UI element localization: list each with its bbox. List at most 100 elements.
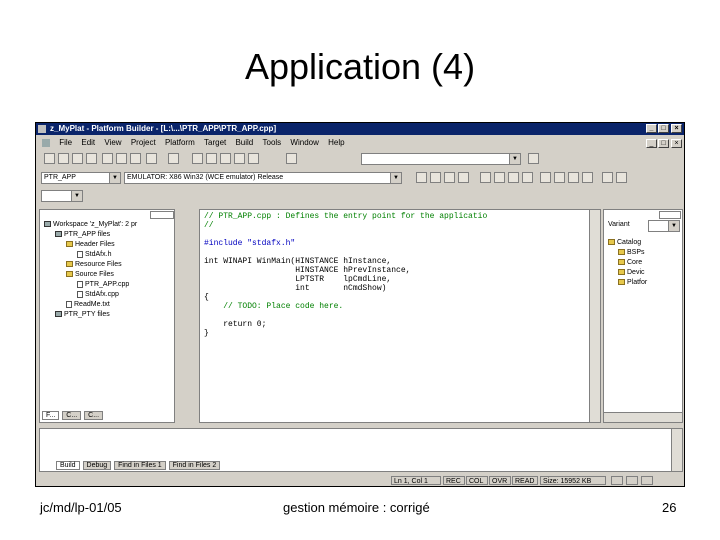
project-combo-value: PTR_APP xyxy=(44,174,76,181)
scope-combo[interactable]: ▼ xyxy=(41,190,83,202)
chevron-down-icon[interactable]: ▼ xyxy=(668,221,679,231)
stop-build-icon[interactable] xyxy=(458,172,469,183)
catalog-item[interactable]: Catalog xyxy=(608,238,641,247)
close-button[interactable]: × xyxy=(671,124,682,133)
save-all-icon[interactable] xyxy=(86,153,97,164)
stop-icon[interactable] xyxy=(568,172,579,183)
menu-help[interactable]: Help xyxy=(328,137,344,149)
chevron-down-icon[interactable]: ▼ xyxy=(71,191,82,201)
tab-build[interactable]: Build xyxy=(56,461,80,470)
status-read: READ xyxy=(512,476,538,485)
catalog-panel-grip[interactable] xyxy=(659,211,681,219)
doc-minimize-button[interactable]: _ xyxy=(646,139,657,148)
folder-icon xyxy=(66,241,73,248)
standard-toolbar: ▼ xyxy=(36,152,684,166)
tree-item[interactable]: Workspace 'z_MyPlat': 2 pr xyxy=(44,220,137,229)
compile-icon[interactable] xyxy=(416,172,427,183)
tree-item[interactable]: PTR_PTY files xyxy=(55,310,110,319)
tree-item[interactable]: Source Files xyxy=(66,270,114,279)
copy-icon[interactable] xyxy=(116,153,127,164)
window-list-icon[interactable] xyxy=(220,153,231,164)
tree-item[interactable]: ReadMe.txt xyxy=(66,300,110,309)
find-icon[interactable] xyxy=(528,153,539,164)
catalog-item[interactable]: Core xyxy=(618,258,642,267)
menu-tools[interactable]: Tools xyxy=(263,137,282,149)
variant-combo[interactable]: ▼ xyxy=(648,220,680,232)
find-in-files-icon[interactable] xyxy=(248,153,259,164)
tree-item[interactable]: StdAfx.cpp xyxy=(77,290,119,299)
properties-icon[interactable] xyxy=(602,172,613,183)
tree-item[interactable]: StdAfx.h xyxy=(77,250,111,259)
folder-icon xyxy=(618,249,625,256)
output-vertical-scrollbar[interactable] xyxy=(671,429,682,471)
attach-device-icon[interactable] xyxy=(494,172,505,183)
status-col: COL xyxy=(466,476,488,485)
project-combo[interactable]: PTR_APP ▼ xyxy=(41,172,121,184)
file-icon xyxy=(77,250,83,258)
find-combo[interactable]: ▼ xyxy=(361,153,521,165)
tree-item-label: StdAfx.cpp xyxy=(85,291,119,298)
cut-icon[interactable] xyxy=(102,153,113,164)
menu-file[interactable]: File xyxy=(59,137,72,149)
catalog-item[interactable]: Devic xyxy=(618,268,645,277)
menu-view[interactable]: View xyxy=(104,137,121,149)
configuration-combo-value: EMULATOR: X86 Win32 (WCE emulator) Relea… xyxy=(127,174,284,181)
menu-build[interactable]: Build xyxy=(235,137,253,149)
new-file-icon[interactable] xyxy=(44,153,55,164)
editor-vertical-scrollbar[interactable] xyxy=(589,210,600,422)
tab-find-in-files-1[interactable]: Find in Files 1 xyxy=(114,461,166,470)
menu-target[interactable]: Target xyxy=(204,137,226,149)
catalog-item-label: Catalog xyxy=(617,239,642,246)
minimize-button[interactable]: _ xyxy=(646,124,657,133)
footer-left: jc/md/lp-01/05 xyxy=(40,500,122,515)
breakpoint-icon[interactable] xyxy=(522,172,533,183)
tree-item[interactable]: Header Files xyxy=(66,240,115,249)
debug-icon[interactable] xyxy=(508,172,519,183)
open-icon[interactable] xyxy=(58,153,69,164)
page-number: 26 xyxy=(662,500,677,515)
workspace-panel-grip[interactable] xyxy=(150,211,174,219)
catalog-item[interactable]: Platfor xyxy=(618,278,647,287)
tree-item[interactable]: PTR_APP files xyxy=(55,230,110,239)
tab-find-in-files-2[interactable]: Find in Files 2 xyxy=(168,461,221,470)
home-icon[interactable] xyxy=(616,172,627,183)
refresh-icon[interactable] xyxy=(582,172,593,183)
output-toggle-icon[interactable] xyxy=(206,153,217,164)
redo-icon[interactable] xyxy=(168,153,179,164)
catalog-horizontal-scrollbar[interactable] xyxy=(604,412,682,422)
title-bar: z_MyPlat - Platform Builder - [L:\...\PT… xyxy=(36,123,684,135)
code-line: return 0; xyxy=(204,320,267,329)
chevron-down-icon[interactable]: ▼ xyxy=(390,173,401,183)
tab-file-view[interactable]: F... xyxy=(42,411,60,420)
catalog-toggle-icon[interactable] xyxy=(234,153,245,164)
download-icon[interactable] xyxy=(480,172,491,183)
doc-close-button[interactable]: × xyxy=(671,139,682,148)
forward-icon[interactable] xyxy=(554,172,565,183)
menu-edit[interactable]: Edit xyxy=(81,137,95,149)
build-all-icon[interactable] xyxy=(444,172,455,183)
tab-catalog-view[interactable]: C... xyxy=(84,411,104,420)
maximize-button[interactable]: □ xyxy=(658,124,669,133)
chevron-down-icon[interactable]: ▼ xyxy=(509,154,520,164)
catalog-item[interactable]: BSPs xyxy=(618,248,645,257)
menu-project[interactable]: Project xyxy=(131,137,156,149)
configuration-combo[interactable]: EMULATOR: X86 Win32 (WCE emulator) Relea… xyxy=(124,172,402,184)
chevron-down-icon[interactable]: ▼ xyxy=(109,173,120,183)
status-rec: REC xyxy=(443,476,465,485)
search-field-icon[interactable] xyxy=(286,153,297,164)
workspace-toggle-icon[interactable] xyxy=(192,153,203,164)
undo-icon[interactable] xyxy=(146,153,157,164)
menu-window[interactable]: Window xyxy=(290,137,318,149)
tab-class-view[interactable]: C... xyxy=(62,411,82,420)
tree-item[interactable]: Resource Files xyxy=(66,260,122,269)
menu-platform[interactable]: Platform xyxy=(165,137,195,149)
build-icon[interactable] xyxy=(430,172,441,183)
tree-item[interactable]: PTR_APP.cpp xyxy=(77,280,129,289)
doc-restore-button[interactable]: □ xyxy=(658,139,669,148)
code-editor[interactable]: // PTR_APP.cpp : Defines the entry point… xyxy=(199,209,601,423)
file-icon xyxy=(77,290,83,298)
paste-icon[interactable] xyxy=(130,153,141,164)
tab-debug[interactable]: Debug xyxy=(82,461,112,470)
back-icon[interactable] xyxy=(540,172,551,183)
save-icon[interactable] xyxy=(72,153,83,164)
